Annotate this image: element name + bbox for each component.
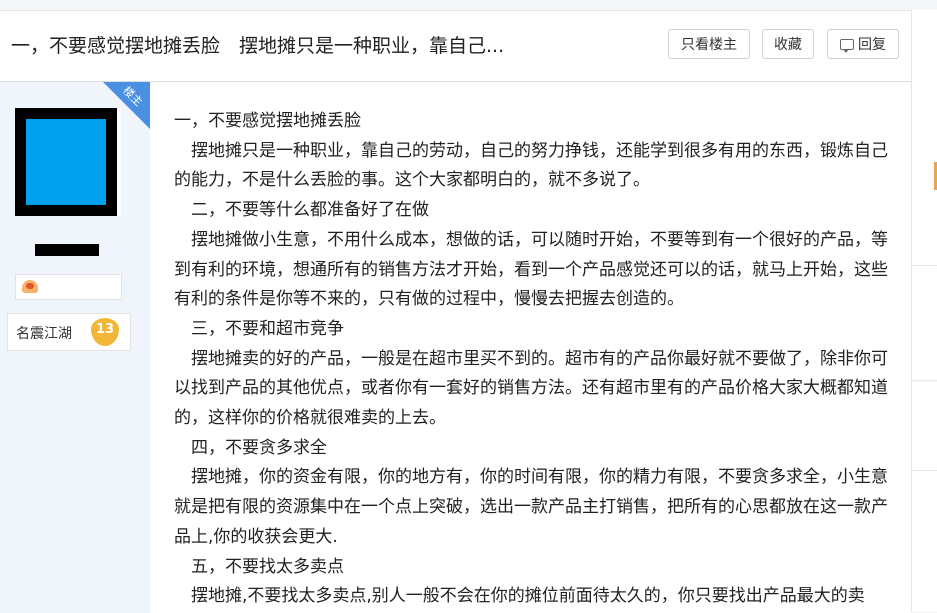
only-op-button[interactable]: 只看楼主: [668, 29, 750, 59]
right-sidebar-edge: [911, 10, 937, 612]
post-paragraph: 摆地摊，你的资金有限，你的地方有，你的时间有限，你的精力有限，不要贪多求全，小生…: [174, 467, 888, 547]
rank-title: 名震江湖: [16, 326, 72, 342]
post-paragraph: 一，不要感觉摆地摊丢脸: [174, 111, 361, 131]
reply-button-label: 回复: [858, 37, 886, 53]
level-badge[interactable]: [15, 274, 122, 300]
username-redacted[interactable]: [35, 244, 99, 256]
post-paragraph: 四，不要贪多求全: [174, 437, 327, 458]
reply-icon: [840, 38, 854, 53]
post-paragraph: 摆地摊做小生意，不用什么成本，想做的话，可以随时开始，不要等到有一个很好的产品，…: [174, 229, 888, 310]
level-icon: [22, 280, 38, 293]
right-sidebar-divider: [912, 265, 937, 266]
post-title: 一，不要感觉摆地摊丢脸 摆地摊只是一种职业，靠自己...: [11, 35, 505, 57]
post-container: 一，不要感觉摆地摊丢脸 摆地摊只是一种职业，靠自己... 只看楼主 收藏 回复 …: [0, 10, 911, 613]
favorite-button[interactable]: 收藏: [762, 29, 814, 59]
rank-level: 13: [95, 322, 115, 337]
reply-button[interactable]: 回复: [827, 29, 899, 59]
post-paragraph: 三，不要和超市竞争: [174, 318, 344, 339]
post-paragraph: 摆地摊卖的好的产品，一般是在超市里买不到的。超市有的产品你最好就不要做了，除非你…: [174, 348, 888, 429]
post-paragraph: 摆地摊只是一种职业，靠自己的劳动，自己的努力挣钱，还能学到很多有用的东西，锻炼自…: [174, 140, 888, 191]
right-sidebar-divider: [912, 380, 937, 381]
rank-shield-icon: 13: [91, 318, 119, 346]
post-paragraph: 二，不要等什么都准备好了在做: [174, 200, 429, 221]
author-sidebar: 楼主 名震江湖 13: [0, 82, 150, 613]
post-paragraph: 五，不要找太多卖点: [174, 556, 344, 577]
post-paragraph: 摆地摊,不要找太多卖点,别人一般不会在你的摊位前面待太久的，你只要找出产品最大的…: [174, 586, 865, 607]
post-header: 一，不要感觉摆地摊丢脸 摆地摊只是一种职业，靠自己... 只看楼主 收藏 回复: [0, 11, 911, 82]
rank-badge[interactable]: 名震江湖 13: [7, 313, 131, 351]
right-sidebar-divider: [912, 470, 937, 471]
avatar[interactable]: [15, 108, 121, 216]
post-content: 一，不要感觉摆地摊丢脸 摆地摊只是一种职业，靠自己的劳动，自己的努力挣钱，还能学…: [174, 107, 890, 612]
